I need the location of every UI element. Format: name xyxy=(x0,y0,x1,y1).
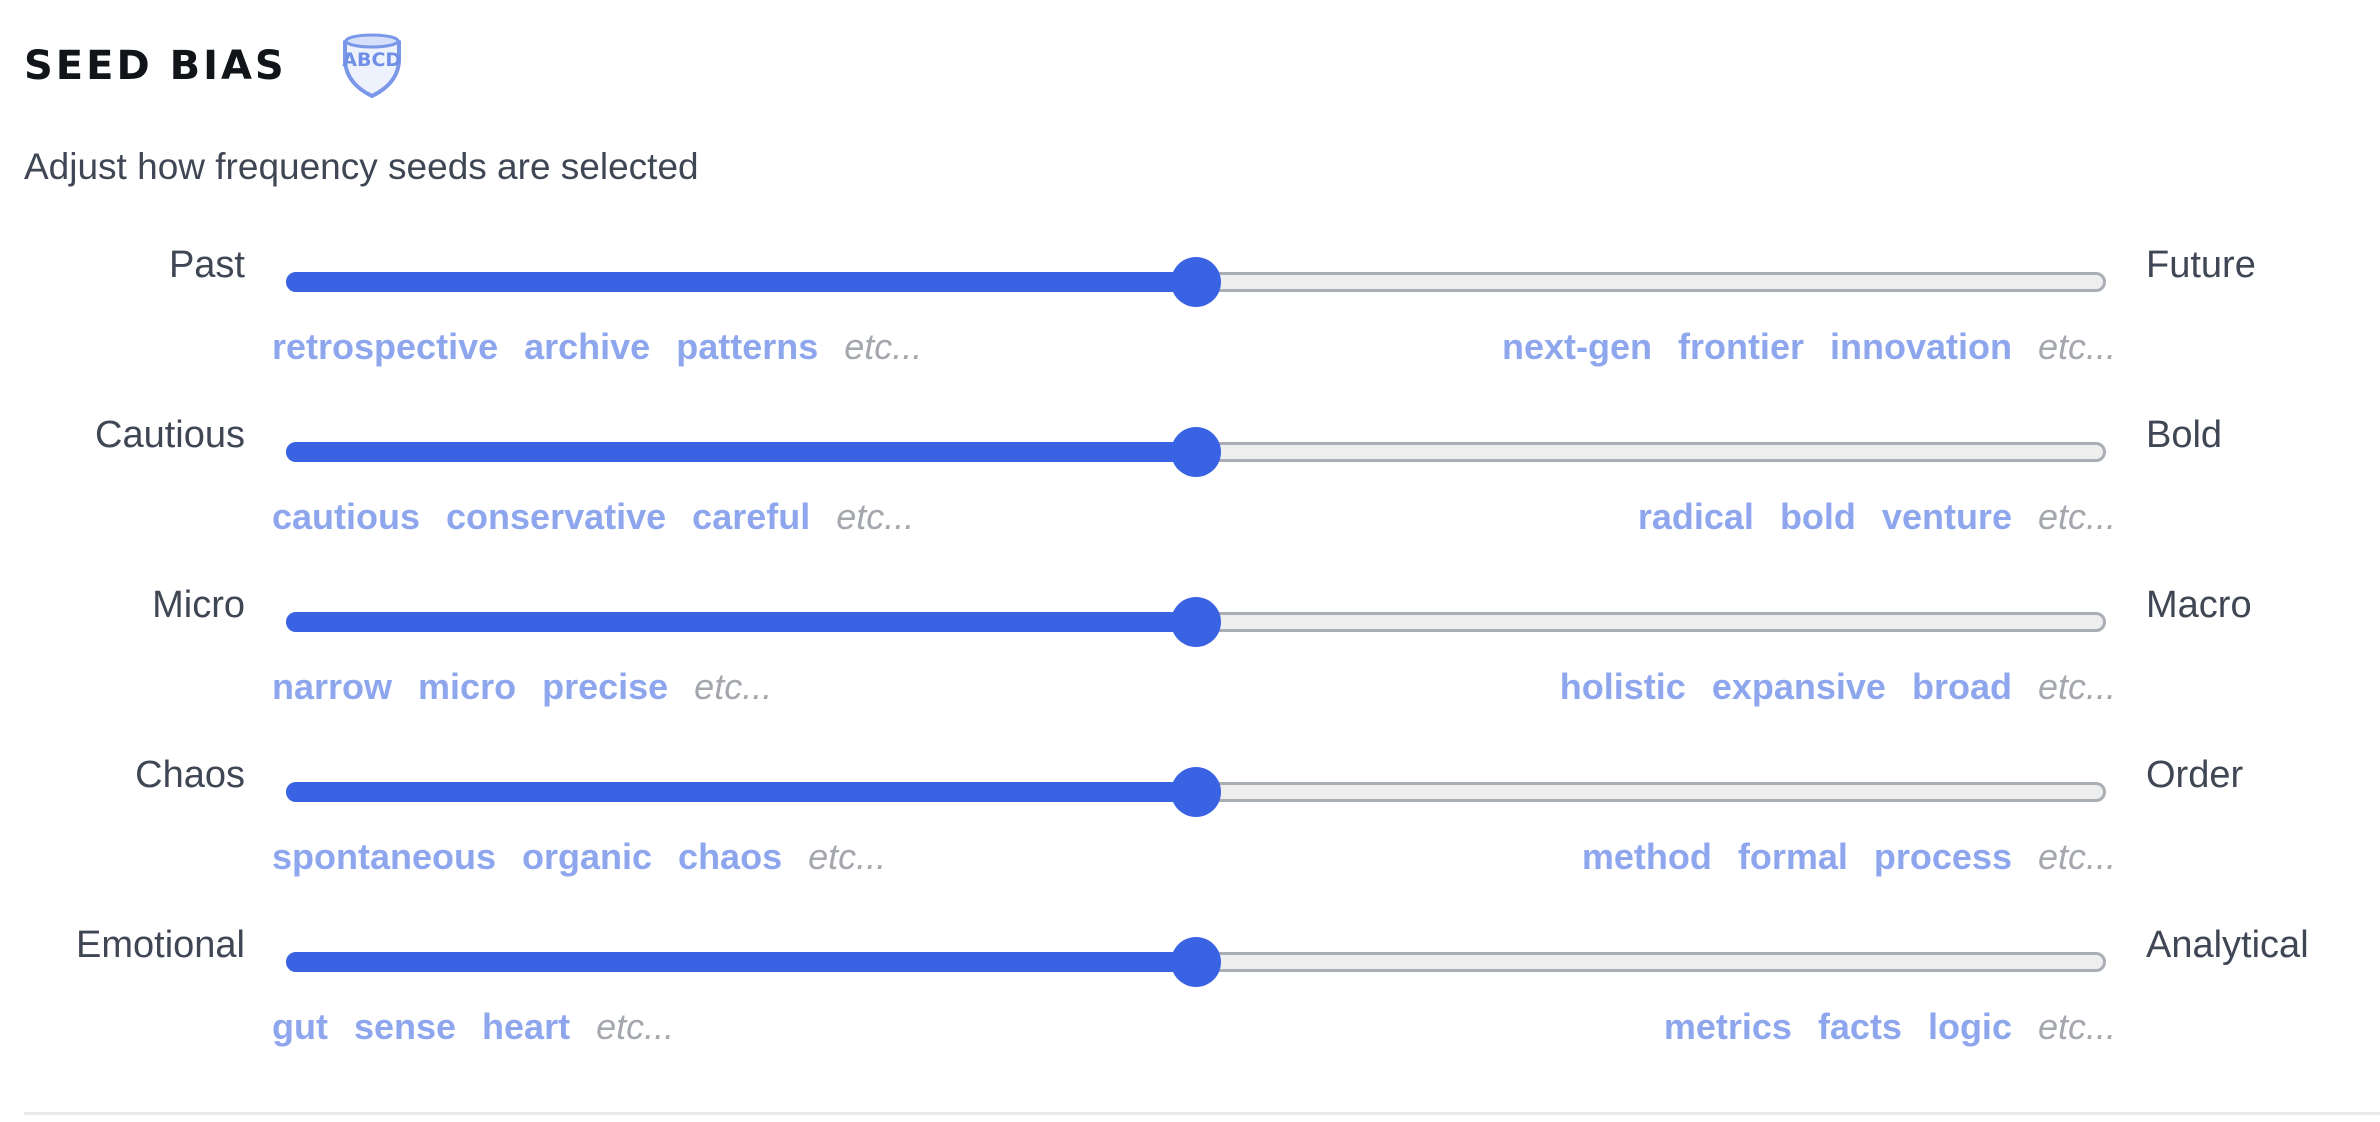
slider-fill xyxy=(286,612,1196,632)
seed-tag[interactable]: archive xyxy=(524,326,650,368)
seed-tags-etc: etc... xyxy=(2037,666,2116,707)
seed-tags-etc: etc... xyxy=(2037,1006,2116,1047)
seed-tags-etc: etc... xyxy=(808,836,887,877)
seed-tags-etc: etc... xyxy=(2037,496,2116,537)
seed-tag[interactable]: chaos xyxy=(678,836,782,878)
seed-tag[interactable]: organic xyxy=(522,836,652,878)
seed-tag[interactable]: method xyxy=(1582,836,1712,878)
seed-tag[interactable]: precise xyxy=(542,666,668,708)
shield-icon[interactable]: ABCD xyxy=(331,32,413,100)
seed-tag[interactable]: venture xyxy=(1882,496,2012,538)
seed-tag[interactable]: process xyxy=(1874,836,2012,878)
slider-right-label: Bold xyxy=(2146,414,2223,456)
seed-tag[interactable]: micro xyxy=(418,666,516,708)
slider-thumb[interactable] xyxy=(1171,257,1221,307)
seed-tag[interactable]: sense xyxy=(354,1006,456,1048)
seed-tag[interactable]: cautious xyxy=(272,496,420,538)
seed-tags-etc: etc... xyxy=(694,666,773,707)
slider-fill xyxy=(286,782,1196,802)
slider-left-label: Chaos xyxy=(135,754,245,796)
slider-row: Cautious Bold cautious conservative careful e… xyxy=(0,392,2380,562)
seed-tags-left: narrow micro precise etc... xyxy=(272,666,772,708)
slider-right-label: Order xyxy=(2146,754,2244,796)
slider-right-label: Macro xyxy=(2146,584,2252,626)
seed-tags-left: retrospective archive patterns etc... xyxy=(272,326,922,368)
slider-fill xyxy=(286,952,1196,972)
seed-tag[interactable]: holistic xyxy=(1560,666,1686,708)
seed-bias-panel: SEED BIAS ABCD Adjust how frequency seed… xyxy=(0,0,2380,1122)
seed-tag[interactable]: broad xyxy=(1912,666,2012,708)
seed-tag[interactable]: spontaneous xyxy=(272,836,496,878)
seed-tags-etc: etc... xyxy=(836,496,915,537)
seed-tags-right: holistic expansive broad etc... xyxy=(1560,666,2116,708)
seed-tags-left: spontaneous organic chaos etc... xyxy=(272,836,886,878)
slider-fill xyxy=(286,442,1196,462)
seed-tag[interactable]: conservative xyxy=(446,496,666,538)
slider-thumb[interactable] xyxy=(1171,427,1221,477)
seed-tags-right: metrics facts logic etc... xyxy=(1664,1006,2116,1048)
slider-row: Chaos Order spontaneous organic chaos etc... m… xyxy=(0,732,2380,902)
slider-row: Emotional Analytical gut sense heart etc... me… xyxy=(0,902,2380,1072)
slider-thumb[interactable] xyxy=(1171,597,1221,647)
slider-row: Past Future retrospective archive patterns et… xyxy=(0,222,2380,392)
seed-tag[interactable]: facts xyxy=(1818,1006,1902,1048)
panel-header: SEED BIAS ABCD xyxy=(24,33,413,99)
seed-tags-etc: etc... xyxy=(844,326,923,367)
seed-tag[interactable]: expansive xyxy=(1712,666,1886,708)
slider-right-label: Analytical xyxy=(2146,924,2309,966)
seed-tags-etc: etc... xyxy=(2037,326,2116,367)
seed-tag[interactable]: next-gen xyxy=(1502,326,1652,368)
slider-left-label: Cautious xyxy=(95,414,245,456)
seed-tags-etc: etc... xyxy=(596,1006,675,1047)
seed-tag[interactable]: metrics xyxy=(1664,1006,1792,1048)
seed-tag[interactable]: bold xyxy=(1780,496,1856,538)
seed-tag[interactable]: innovation xyxy=(1830,326,2012,368)
seed-tags-right: radical bold venture etc... xyxy=(1638,496,2116,538)
seed-tag[interactable]: careful xyxy=(692,496,810,538)
seed-tag[interactable]: patterns xyxy=(676,326,818,368)
slider-left-label: Micro xyxy=(152,584,245,626)
seed-tags-etc: etc... xyxy=(2037,836,2116,877)
slider-thumb[interactable] xyxy=(1171,937,1221,987)
seed-tags-right: next-gen frontier innovation etc... xyxy=(1502,326,2116,368)
seed-tag[interactable]: frontier xyxy=(1678,326,1804,368)
seed-tags-left: gut sense heart etc... xyxy=(272,1006,674,1048)
slider-left-label: Emotional xyxy=(76,924,245,966)
seed-tag[interactable]: gut xyxy=(272,1006,328,1048)
seed-tag[interactable]: narrow xyxy=(272,666,392,708)
panel-title: SEED BIAS xyxy=(24,43,287,89)
slider-thumb[interactable] xyxy=(1171,767,1221,817)
panel-subtitle: Adjust how frequency seeds are selected xyxy=(24,146,699,187)
seed-tag[interactable]: formal xyxy=(1738,836,1848,878)
slider-right-label: Future xyxy=(2146,244,2256,286)
badge-label: ABCD xyxy=(342,49,402,71)
slider-fill xyxy=(286,272,1196,292)
seed-tags-left: cautious conservative careful etc... xyxy=(272,496,914,538)
seed-tag[interactable]: logic xyxy=(1928,1006,2012,1048)
seed-tag[interactable]: heart xyxy=(482,1006,570,1048)
seed-tag[interactable]: radical xyxy=(1638,496,1754,538)
divider xyxy=(24,1112,2380,1115)
slider-row: Micro Macro narrow micro precise etc... holist… xyxy=(0,562,2380,732)
seed-tags-right: method formal process etc... xyxy=(1582,836,2116,878)
seed-tag[interactable]: retrospective xyxy=(272,326,498,368)
slider-left-label: Past xyxy=(168,244,245,286)
